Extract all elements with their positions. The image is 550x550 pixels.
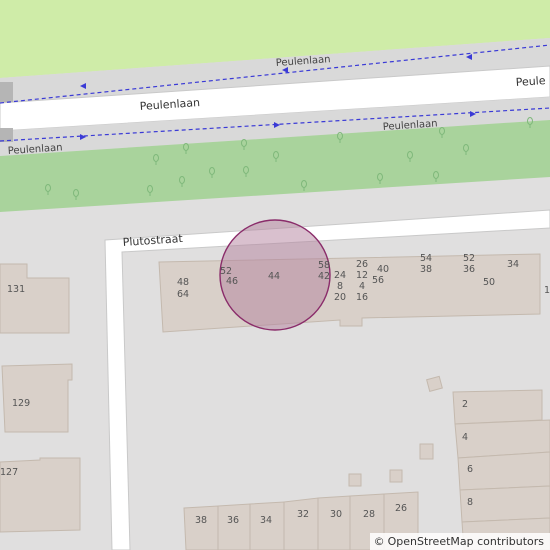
hn-24: 24 — [334, 270, 346, 281]
hn-1: 1 — [544, 285, 550, 296]
hn-54: 54 — [420, 253, 432, 264]
hn-2: 2 — [462, 399, 468, 410]
hn-r36: 36 — [227, 515, 239, 526]
map-attribution: © OpenStreetMap contributors — [369, 533, 550, 550]
hn-r34: 34 — [260, 515, 272, 526]
hn-38: 38 — [420, 264, 432, 275]
shed-1 — [426, 375, 443, 392]
map-canvas[interactable]: Peulenlaan Peulenlaan Peule Peulenlaan P… — [0, 0, 550, 550]
hn-r38: 38 — [195, 515, 207, 526]
hn-8b: 8 — [467, 497, 473, 508]
hn-r30: 30 — [330, 509, 342, 520]
attribution-link[interactable]: OpenStreetMap contributors — [388, 535, 544, 548]
hn-56: 56 — [372, 275, 384, 286]
hn-40: 40 — [377, 264, 389, 275]
hn-131: 131 — [7, 284, 25, 295]
hn-r28: 28 — [363, 509, 375, 520]
hn-34: 34 — [507, 259, 519, 270]
hn-58: 58 — [318, 260, 330, 271]
label-peulenlaan-road-right: Peule — [515, 74, 546, 89]
shed-2 — [419, 443, 434, 460]
hn-36: 36 — [463, 264, 475, 275]
hn-8: 8 — [337, 281, 343, 292]
copyright-icon: © — [373, 535, 385, 548]
hn-52b: 52 — [463, 253, 475, 264]
hn-26: 26 — [356, 259, 368, 270]
hn-44: 44 — [268, 271, 280, 282]
hn-50: 50 — [483, 277, 495, 288]
hn-6: 6 — [467, 464, 473, 475]
hn-42: 42 — [318, 271, 330, 282]
hn-129: 129 — [12, 398, 30, 409]
hn-64: 64 — [177, 289, 189, 300]
hn-r26: 26 — [395, 503, 407, 514]
hn-4: 4 — [359, 281, 365, 292]
hn-20: 20 — [334, 292, 346, 303]
hn-46: 46 — [226, 276, 238, 287]
building-4 — [454, 419, 550, 459]
hn-16: 16 — [356, 292, 368, 303]
hn-12: 12 — [356, 270, 368, 281]
shed-4 — [389, 469, 403, 483]
shed-3 — [348, 473, 362, 487]
left-edge-block-2 — [0, 128, 13, 142]
hn-4b: 4 — [462, 432, 468, 443]
hn-48: 48 — [177, 277, 189, 288]
left-edge-block-1 — [0, 82, 13, 102]
building-8 — [459, 485, 550, 523]
hn-r32: 32 — [297, 509, 309, 520]
hn-127: 127 — [0, 467, 18, 478]
